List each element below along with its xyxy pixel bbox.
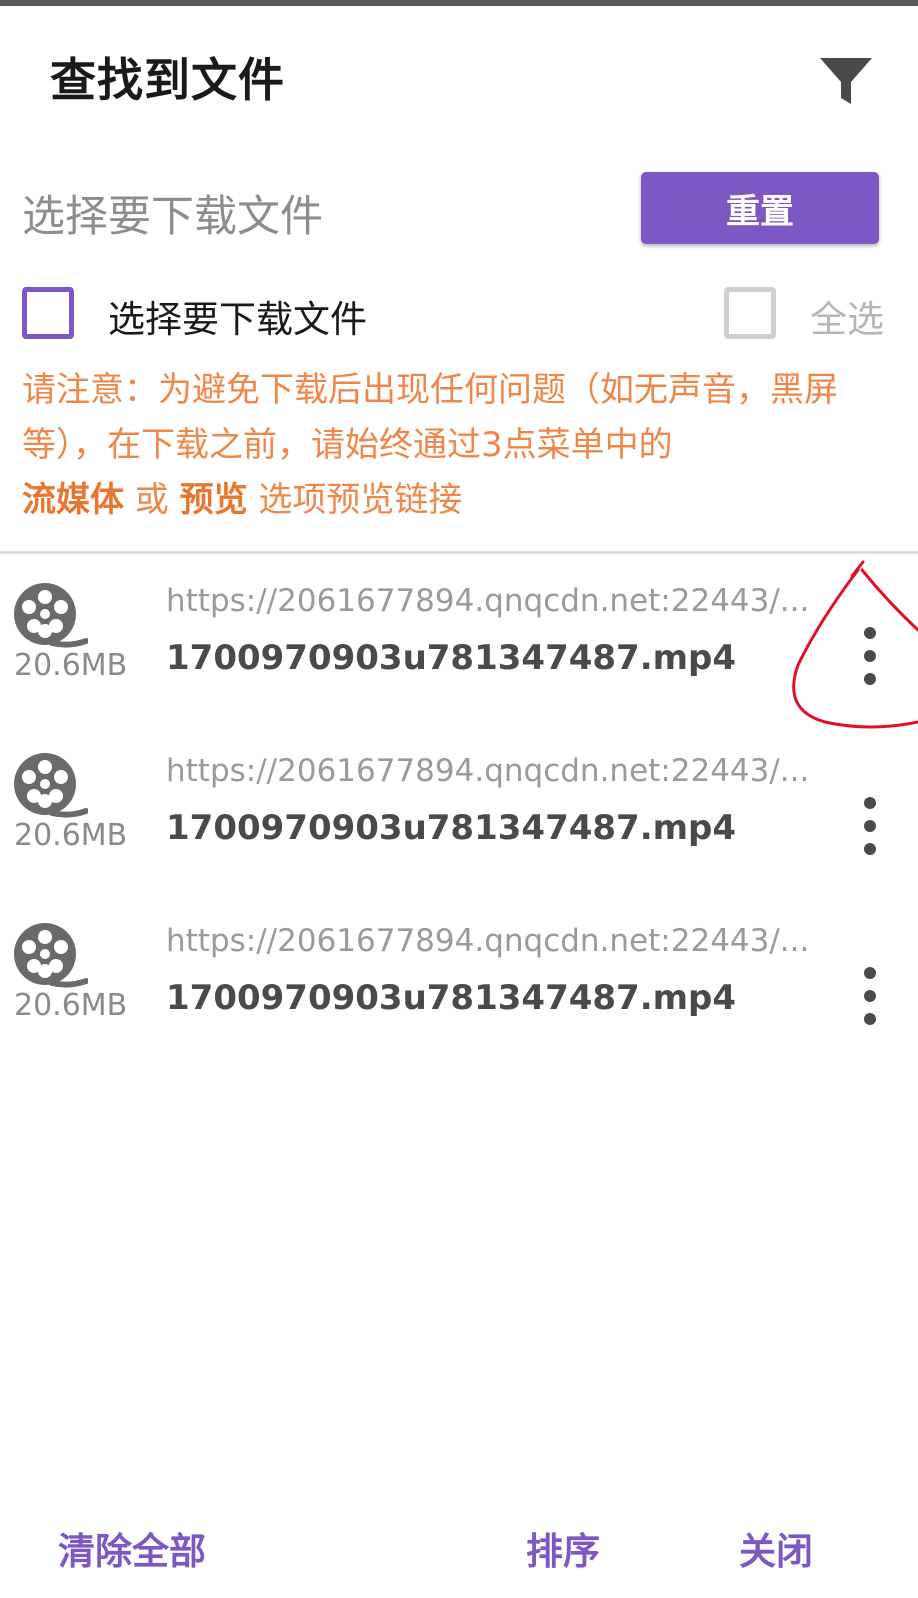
- close-button[interactable]: 关闭: [739, 1521, 813, 1575]
- status-bar-edge: [0, 0, 918, 6]
- clear-all-button[interactable]: 清除全部: [58, 1521, 206, 1575]
- file-size: 20.6MB: [14, 988, 128, 1023]
- file-row[interactable]: 20.6MB https://2061677894.qnqcdn.net:224…: [0, 563, 918, 733]
- divider: [0, 551, 918, 554]
- file-url: https://2061677894.qnqcdn.net:22443/...: [166, 583, 810, 619]
- filter-button[interactable]: [818, 54, 874, 110]
- film-reel-icon: [14, 923, 88, 988]
- file-size: 20.6MB: [14, 818, 128, 853]
- sort-button[interactable]: 排序: [526, 1521, 600, 1575]
- notice-or: 或: [124, 480, 180, 520]
- notice-tail: 选项预览链接: [247, 480, 463, 520]
- more-options-button[interactable]: [850, 963, 890, 1033]
- file-name: 1700970903u781347487.mp4: [166, 638, 737, 678]
- filter-icon: [820, 58, 872, 104]
- download-notice: 请注意：为避免下载后出现任何问题（如无声音，黑屏等），在下载之前，请始终通过3点…: [22, 363, 892, 528]
- reset-button[interactable]: 重置: [641, 172, 879, 244]
- more-vert-icon: [864, 797, 876, 855]
- annotation-circle: [792, 560, 918, 729]
- notice-preview-option: 预览: [179, 480, 248, 520]
- file-url: https://2061677894.qnqcdn.net:22443/...: [166, 753, 810, 789]
- more-options-button[interactable]: [850, 793, 890, 863]
- file-url: https://2061677894.qnqcdn.net:22443/...: [166, 923, 810, 959]
- section-subtitle: 选择要下载文件: [22, 192, 323, 242]
- notice-stream-option: 流媒体: [22, 480, 124, 520]
- notice-text: 请注意：为避免下载后出现任何问题（如无声音，黑屏等），在下载之前，请始终通过3点…: [22, 370, 838, 465]
- film-reel-icon: [14, 583, 88, 648]
- more-vert-icon: [864, 967, 876, 1025]
- file-name: 1700970903u781347487.mp4: [166, 978, 737, 1018]
- file-row[interactable]: 20.6MB https://2061677894.qnqcdn.net:224…: [0, 733, 918, 903]
- select-all-checkbox[interactable]: [724, 287, 776, 339]
- file-size: 20.6MB: [14, 648, 128, 683]
- select-files-checkbox[interactable]: [22, 287, 74, 339]
- file-name: 1700970903u781347487.mp4: [166, 808, 737, 848]
- film-reel-icon: [14, 753, 88, 818]
- page-title: 查找到文件: [50, 53, 285, 107]
- file-row[interactable]: 20.6MB https://2061677894.qnqcdn.net:224…: [0, 903, 918, 1073]
- select-all-label: 全选: [810, 298, 884, 341]
- select-files-label: 选择要下载文件: [108, 298, 367, 341]
